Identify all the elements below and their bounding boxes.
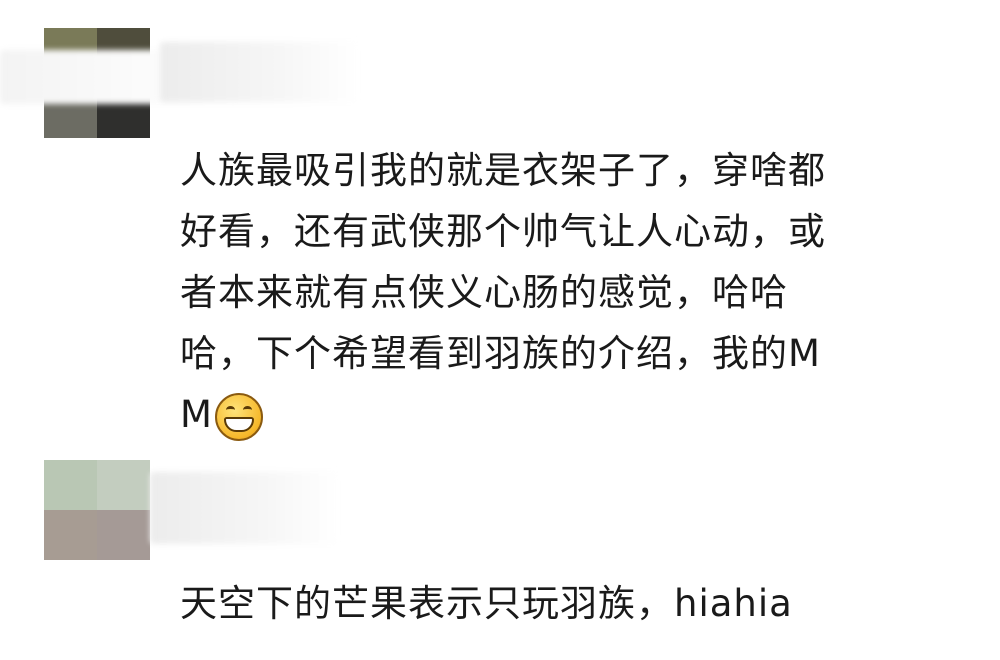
comment-text-content: 天空下的芒果表示只玩羽族，hiahia — [180, 582, 793, 625]
avatar-pixel — [44, 460, 97, 510]
avatar-pixel — [44, 510, 97, 560]
username-blurred[interactable] — [150, 472, 340, 544]
comment-text-content: 人族最吸引我的就是衣架子了，穿啥都 好看，还有武侠那个帅气让人心动，或 者本来就… — [180, 149, 826, 436]
avatar-pixel — [97, 460, 150, 510]
comment-text: 人族最吸引我的就是衣架子了，穿啥都 好看，还有武侠那个帅气让人心动，或 者本来就… — [180, 140, 960, 445]
grinning-face-icon — [214, 392, 263, 441]
comment-text: 天空下的芒果表示只玩羽族，hiahia — [180, 573, 960, 634]
avatar-pixel — [97, 510, 150, 560]
avatar[interactable] — [44, 460, 150, 560]
username-blurred[interactable] — [160, 42, 360, 102]
